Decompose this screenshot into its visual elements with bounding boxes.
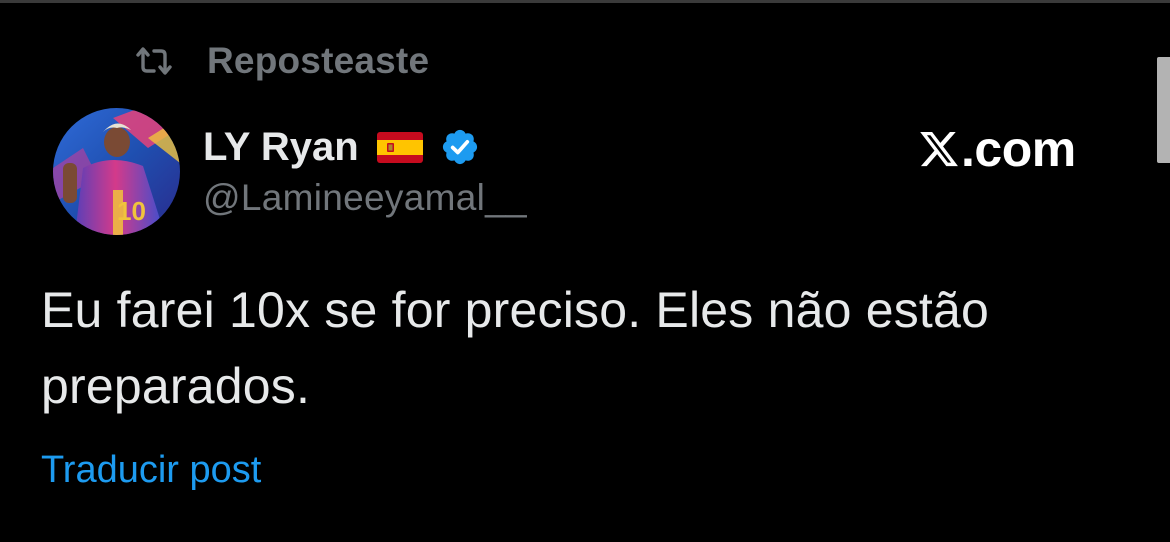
author-name-row[interactable]: LY Ryan — [203, 122, 481, 172]
brand-text: .com — [961, 121, 1076, 177]
repost-icon — [134, 41, 174, 81]
repost-label: Reposteaste — [207, 40, 430, 81]
author-handle[interactable]: @Lamineeyamal__ — [203, 177, 527, 219]
x-logo-icon — [917, 127, 961, 171]
post-text: Eu farei 10x se for preciso. Eles não es… — [41, 282, 990, 414]
display-name[interactable]: LY Ryan — [203, 125, 359, 170]
spain-flag-icon — [376, 131, 425, 163]
verified-badge-icon[interactable] — [439, 126, 481, 168]
translate-post-link[interactable]: Traducir post — [41, 449, 261, 492]
scrollbar-thumb[interactable] — [1157, 57, 1170, 163]
svg-text:10: 10 — [117, 196, 146, 226]
x-com-watermark: .com — [917, 121, 1076, 177]
top-divider — [0, 0, 1170, 3]
avatar[interactable]: 10 — [53, 108, 180, 235]
repost-indicator[interactable]: Reposteaste — [134, 36, 429, 86]
